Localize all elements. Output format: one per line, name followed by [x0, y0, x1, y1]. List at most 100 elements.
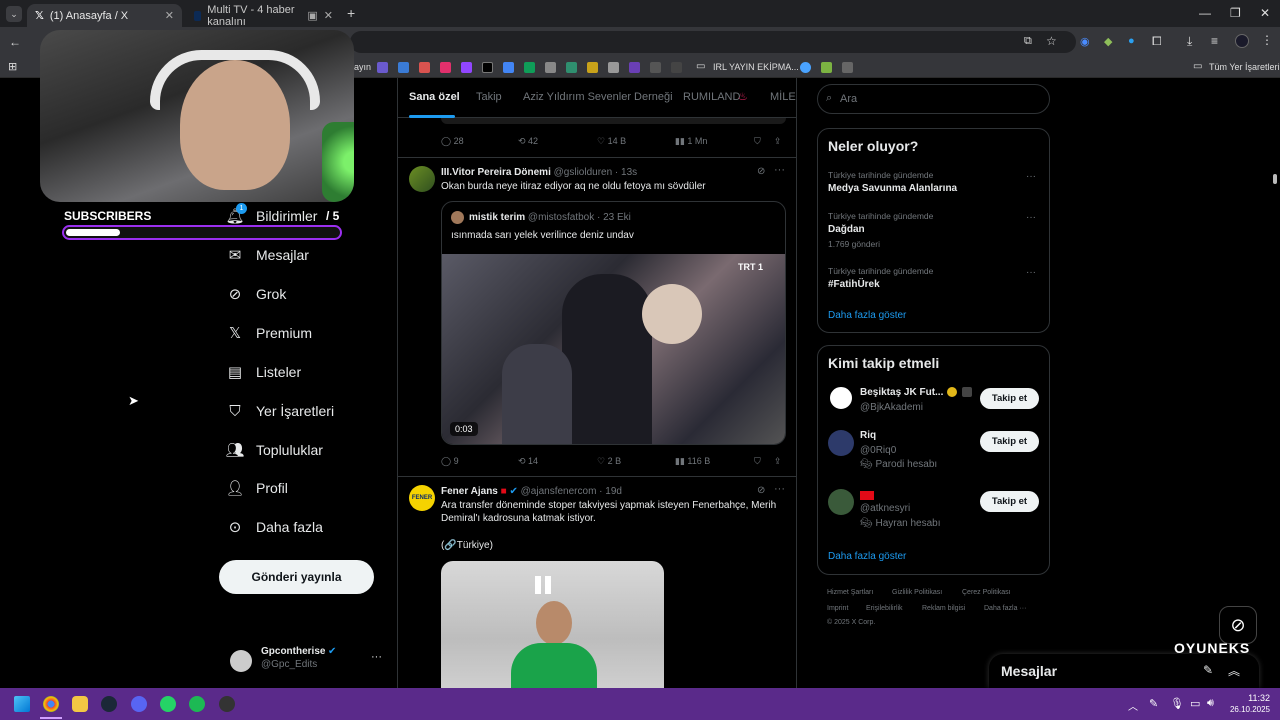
bookmark-icon[interactable] [608, 62, 619, 73]
search-box[interactable]: ⌕ Ara [817, 84, 1050, 114]
tweet-image[interactable] [441, 561, 664, 688]
tab-list[interactable]: MİLEN [770, 91, 796, 103]
more-icon[interactable]: ··· [1026, 171, 1036, 182]
tab-search-icon[interactable]: ⌄ [6, 6, 22, 22]
avatar[interactable] [828, 385, 854, 411]
nav-notifications[interactable]: 🔔︎ Bildirimler 1 [225, 203, 317, 225]
tab-x-home[interactable]: 𝕏 (1) Anasayfa / X ✕ [27, 4, 182, 27]
tab-for-you[interactable]: Sana özel [409, 91, 460, 103]
account-switcher[interactable]: Gpcontherise ✔ @Gpc_Edits ··· [228, 646, 388, 676]
nav-profile[interactable]: 👤︎ Profil [225, 480, 287, 497]
bookmark-icon[interactable] [821, 62, 832, 73]
spotify-icon[interactable] [189, 696, 205, 712]
trend-topic[interactable]: Dağdan [828, 224, 865, 235]
nav-grok[interactable]: ⊘ Grok [227, 286, 287, 303]
views-button[interactable]: ▮▮ 116 B [675, 456, 710, 467]
close-icon[interactable]: ✕ [165, 9, 174, 22]
volume-icon[interactable]: 🔊︎ [1207, 697, 1214, 710]
tab-following[interactable]: Takip [476, 91, 502, 103]
reply-button[interactable]: ◯ 9 [441, 456, 459, 467]
avatar[interactable] [828, 489, 854, 515]
reply-button[interactable]: ◯ 28 [441, 136, 464, 147]
trend-topic[interactable]: Medya Savunma Alanlarına [828, 183, 957, 194]
quoted-tweet[interactable]: mistik terim @mistosfatbok · 23 Eki ısın… [441, 201, 786, 445]
footer-link[interactable]: Çerez Politikası [962, 589, 1011, 596]
bookmark-icon[interactable] [650, 62, 661, 73]
clock-date[interactable]: 26.10.2025 [1222, 705, 1270, 714]
repost-button[interactable]: ⟲ 14 [518, 456, 538, 467]
extension-icon[interactable]: ◉ [1080, 35, 1090, 48]
bookmark-label[interactable]: ayın [354, 62, 371, 72]
bookmark-icon[interactable] [419, 62, 430, 73]
follow-button[interactable]: Takip et [980, 491, 1039, 512]
cast-icon[interactable]: ⧉ [1024, 35, 1032, 48]
tweet[interactable]: III.Vitor Pereira Dönemi @gsliolduren · … [398, 158, 796, 476]
bookmark-icon[interactable] [398, 62, 409, 73]
tweet-author[interactable]: Fener Ajans ■ ✔ @ajansfenercom · 19d [441, 486, 622, 497]
footer-link[interactable]: Imprint [827, 605, 848, 612]
tab-list[interactable]: RUMILAND [683, 91, 740, 103]
footer-link[interactable]: Reklam bilgisi [922, 605, 965, 612]
share-icon[interactable]: ⇪ [774, 136, 782, 147]
more-icon[interactable]: ··· [1026, 267, 1036, 278]
bookmark-folder[interactable]: IRL YAYIN EKİPMA... [713, 62, 799, 72]
nav-more[interactable]: ⊙ Daha fazla [227, 519, 323, 536]
post-button[interactable]: Gönderi yayınla [219, 560, 374, 594]
restore-icon[interactable]: ❐ [1230, 6, 1241, 20]
bookmark-icon[interactable] [587, 62, 598, 73]
bookmark-icon[interactable] [545, 62, 556, 73]
compose-message-icon[interactable]: ✎ [1203, 663, 1213, 677]
discord-icon[interactable] [131, 696, 147, 712]
bookmark-icon[interactable] [629, 62, 640, 73]
nav-messages[interactable]: ✉ Mesajlar [227, 247, 309, 264]
chevron-up-icon[interactable]: ︿ [1128, 698, 1138, 713]
network-icon[interactable]: ▭ [1190, 697, 1200, 710]
media-icon[interactable]: ≡ [1211, 34, 1218, 48]
obs-icon[interactable] [219, 696, 235, 712]
views-button[interactable]: ▮▮ 1 Mn [675, 136, 707, 147]
footer-link[interactable]: Hizmet Şartları [827, 589, 873, 596]
window-close-icon[interactable]: ✕ [1260, 6, 1270, 20]
tweet-author[interactable]: III.Vitor Pereira Dönemi @gsliolduren · … [441, 167, 637, 178]
profile-avatar[interactable] [1235, 34, 1249, 48]
like-button[interactable]: ♡ 14 B [597, 136, 626, 147]
bookmark-icon[interactable]: ⛉ [754, 136, 761, 147]
microphone-icon[interactable]: 🎙︎ [1170, 697, 1184, 710]
share-icon[interactable]: ⇪ [774, 456, 782, 467]
more-icon[interactable]: ··· [1026, 212, 1036, 223]
avatar[interactable] [409, 166, 435, 192]
whatsapp-icon[interactable] [160, 696, 176, 712]
nav-lists[interactable]: ▤ Listeler [227, 364, 301, 381]
close-icon[interactable]: ✕ [324, 9, 333, 22]
user-name[interactable]: Beşiktaş JK Fut... [860, 387, 943, 398]
follow-button[interactable]: Takip et [980, 431, 1039, 452]
scrollbar-thumb[interactable] [1273, 174, 1277, 184]
menu-icon[interactable]: ⋮ [1261, 33, 1273, 47]
file-explorer-icon[interactable] [72, 696, 88, 712]
tray-icon[interactable]: ✎ [1149, 697, 1158, 710]
nav-bookmarks[interactable]: ⛉ Yer İşaretleri [227, 403, 334, 420]
bookmark-icon[interactable] [566, 62, 577, 73]
extension-icon[interactable]: ◆ [1104, 35, 1112, 48]
repost-button[interactable]: ⟲ 42 [518, 136, 538, 147]
footer-link[interactable]: Daha fazla ··· [984, 605, 1026, 612]
sheets-icon[interactable] [524, 62, 535, 73]
twitch-icon[interactable] [461, 62, 472, 73]
avatar[interactable]: FENER [409, 485, 435, 511]
x-logo-icon[interactable] [482, 62, 493, 73]
grok-floating-button[interactable]: ⊘ [1219, 606, 1257, 644]
all-bookmarks[interactable]: Tüm Yer İşaretleri [1209, 62, 1280, 72]
messages-dock[interactable]: Mesajlar ✎ ︽ [989, 654, 1259, 688]
docs-icon[interactable] [503, 62, 514, 73]
bookmark-icon[interactable] [800, 62, 811, 73]
chevron-up-icon[interactable]: ︽ [1228, 662, 1240, 679]
bookmark-icon[interactable] [842, 62, 853, 73]
video-player[interactable]: TRT 1 0:03 [442, 254, 785, 444]
bookmark-icon[interactable] [377, 62, 388, 73]
follow-button[interactable]: Takip et [980, 388, 1039, 409]
bookmark-icon[interactable]: ⛉ [754, 456, 761, 467]
steam-icon[interactable] [101, 696, 117, 712]
bookmark-icon[interactable] [671, 62, 682, 73]
search-input[interactable]: Ara [840, 93, 857, 105]
chrome-icon[interactable] [43, 696, 59, 712]
